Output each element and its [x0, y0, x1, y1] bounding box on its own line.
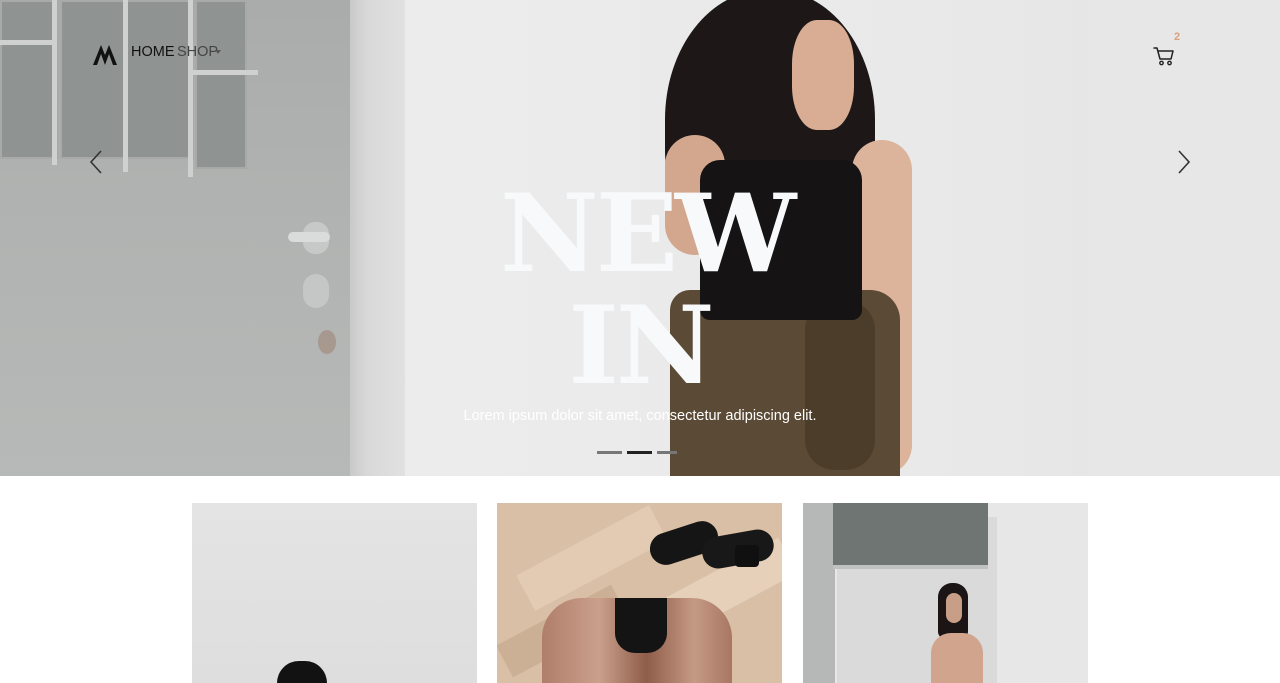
hero-headline-line1: NEW [500, 171, 796, 297]
slider-indicators [597, 451, 677, 455]
door-handle [288, 232, 330, 242]
product-image-window [833, 503, 988, 569]
product-image-model-body [931, 633, 983, 683]
product-image-side [803, 503, 835, 683]
hero-headline-line2: IN [568, 283, 714, 409]
hero-headline: NEW IN [500, 171, 796, 409]
chevron-down-icon[interactable] [215, 50, 221, 54]
slider-indicator[interactable] [657, 451, 677, 454]
chevron-left-icon[interactable] [86, 148, 110, 176]
door-window-pane [195, 0, 247, 169]
door-window-bar [123, 0, 128, 172]
door-keyhole [303, 274, 329, 308]
door-window-bar [52, 0, 57, 165]
product-image-jacket-collar [615, 598, 667, 653]
hero-pillar [350, 0, 405, 476]
hero-subtitle: Lorem ipsum dolor sit amet, consectetur … [463, 408, 817, 424]
model-face [792, 20, 854, 130]
hero-door [0, 0, 350, 476]
chevron-right-icon[interactable] [1172, 148, 1196, 176]
door-window-pane [0, 0, 59, 159]
nav-home-link[interactable]: HOME [131, 44, 175, 60]
hero-background-band [1088, 0, 1280, 476]
product-image-sandal-heel [735, 545, 759, 567]
model-skirt-fold [805, 300, 875, 470]
shopping-cart-icon[interactable] [1153, 45, 1175, 67]
brand-logo-icon[interactable] [92, 44, 118, 66]
door-rust [318, 330, 336, 354]
product-image-shoe [277, 661, 327, 683]
product-card[interactable] [803, 503, 1088, 683]
door-window-bar [190, 70, 258, 75]
nav-shop-link[interactable]: SHOP [177, 44, 218, 60]
product-card[interactable] [192, 503, 477, 683]
cart-count-badge: 2 [1174, 31, 1181, 43]
hero-slider: NEW IN Lorem ipsum dolor sit amet, conse… [0, 0, 1280, 476]
door-window-bar [188, 0, 193, 177]
slider-indicator-active[interactable] [627, 451, 652, 454]
door-window-bar [0, 40, 55, 45]
slider-indicator[interactable] [597, 451, 622, 454]
product-card[interactable] [497, 503, 782, 683]
product-image-model-face [946, 593, 962, 623]
